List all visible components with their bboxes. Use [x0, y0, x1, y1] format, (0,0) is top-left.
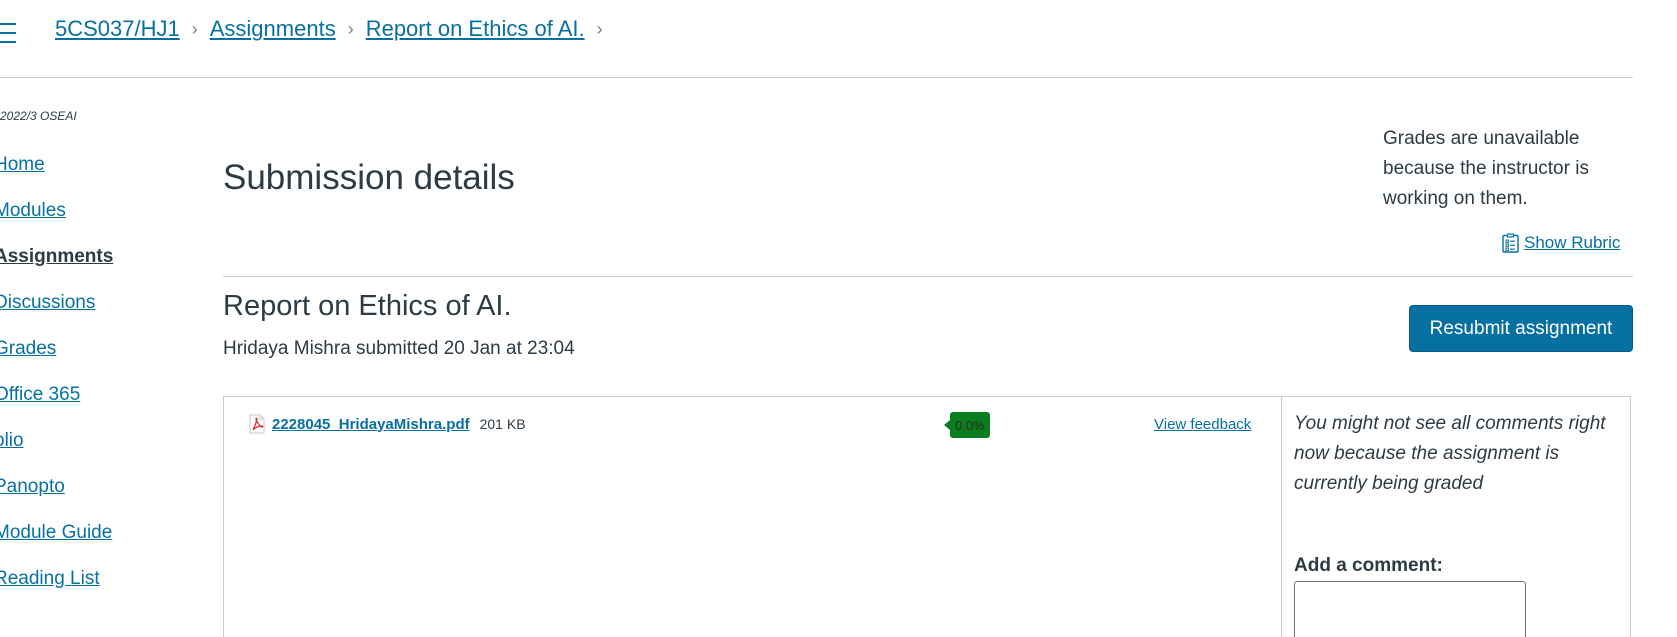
chevron-right-icon: › [596, 18, 603, 39]
comment-textarea[interactable] [1294, 581, 1526, 637]
sidebar-item-modules[interactable]: Modules [0, 200, 113, 246]
sidebar-item-label[interactable]: Modules [0, 200, 66, 221]
grades-unavailable-note: Grades are unavailable because the instr… [1383, 128, 1589, 209]
sidebar-item-label[interactable]: Grades [0, 338, 56, 359]
sidebar-item-office-365[interactable]: Office 365 [0, 384, 113, 430]
resubmit-assignment-button[interactable]: Resubmit assignment [1409, 305, 1633, 352]
file-size: 201 KB [479, 416, 526, 432]
sidebar-item-grades[interactable]: Grades [0, 338, 113, 384]
show-rubric-link[interactable]: Show Rubric [1502, 233, 1620, 253]
sidebar-item-discussions[interactable]: Discussions [0, 292, 113, 338]
show-rubric-label[interactable]: Show Rubric [1524, 233, 1620, 253]
chevron-right-icon: › [347, 18, 354, 39]
sidebar-item-label[interactable]: Assignments [0, 246, 113, 267]
sidebar-item-folio[interactable]: olio [0, 430, 113, 476]
breadcrumb-current-link[interactable]: Report on Ethics of AI. [366, 16, 585, 42]
page-title: Submission details [223, 158, 515, 197]
sidebar-item-home[interactable]: Home [0, 154, 113, 200]
add-comment-label: Add a comment: [1294, 555, 1443, 576]
sidebar-item-label[interactable]: Panopto [0, 476, 65, 497]
comments-note: You might not see all comments right now… [1294, 413, 1606, 494]
breadcrumb-assignments-link[interactable]: Assignments [210, 16, 336, 42]
similarity-score-badge[interactable]: 0.0% [944, 412, 990, 438]
breadcrumb-course-link[interactable]: 5CS037/HJ1 [55, 16, 180, 42]
view-feedback-link[interactable]: View feedback [1154, 416, 1251, 433]
course-nav: Home Modules Assignments Discussions Gra… [0, 154, 113, 614]
page: 5CS037/HJ1 › Assignments › Report on Eth… [0, 0, 1677, 637]
chevron-right-icon: › [191, 18, 198, 39]
sidebar-item-label[interactable]: Home [0, 154, 45, 175]
sidebar-item-assignments[interactable]: Assignments [0, 246, 113, 292]
sidebar-item-module-guide[interactable]: Module Guide [0, 522, 113, 568]
sidebar-item-reading-list[interactable]: Reading List [0, 568, 113, 614]
submission-info: Hridaya Mishra submitted 20 Jan at 23:04 [223, 338, 575, 359]
sidebar-item-label[interactable]: Module Guide [0, 522, 112, 543]
sidebar-item-panopto[interactable]: Panopto [0, 476, 113, 522]
submitted-file-link[interactable]: 2228045_HridayaMishra.pdf [272, 416, 470, 433]
sidebar-item-label[interactable]: Reading List [0, 568, 100, 589]
section-divider [223, 276, 1633, 277]
assignment-title: Report on Ethics of AI. [223, 290, 512, 322]
course-term: 2022/3 OSEAI [0, 109, 77, 123]
submission-panel: 2228045_HridayaMishra.pdf 201 KB 0.0% Vi… [223, 396, 1631, 637]
sidebar-item-label[interactable]: Discussions [0, 292, 95, 313]
comments-column: You might not see all comments right now… [1281, 397, 1632, 637]
top-bar: 5CS037/HJ1 › Assignments › Report on Eth… [0, 0, 1633, 78]
sidebar-item-label[interactable]: Office 365 [0, 384, 80, 405]
sidebar-item-label[interactable]: olio [0, 430, 24, 451]
breadcrumb: 5CS037/HJ1 › Assignments › Report on Eth… [55, 16, 615, 42]
rubric-icon [1502, 233, 1519, 253]
hamburger-menu-icon[interactable] [0, 23, 20, 43]
pdf-file-icon [249, 414, 265, 434]
file-row: 2228045_HridayaMishra.pdf 201 KB [248, 414, 526, 434]
